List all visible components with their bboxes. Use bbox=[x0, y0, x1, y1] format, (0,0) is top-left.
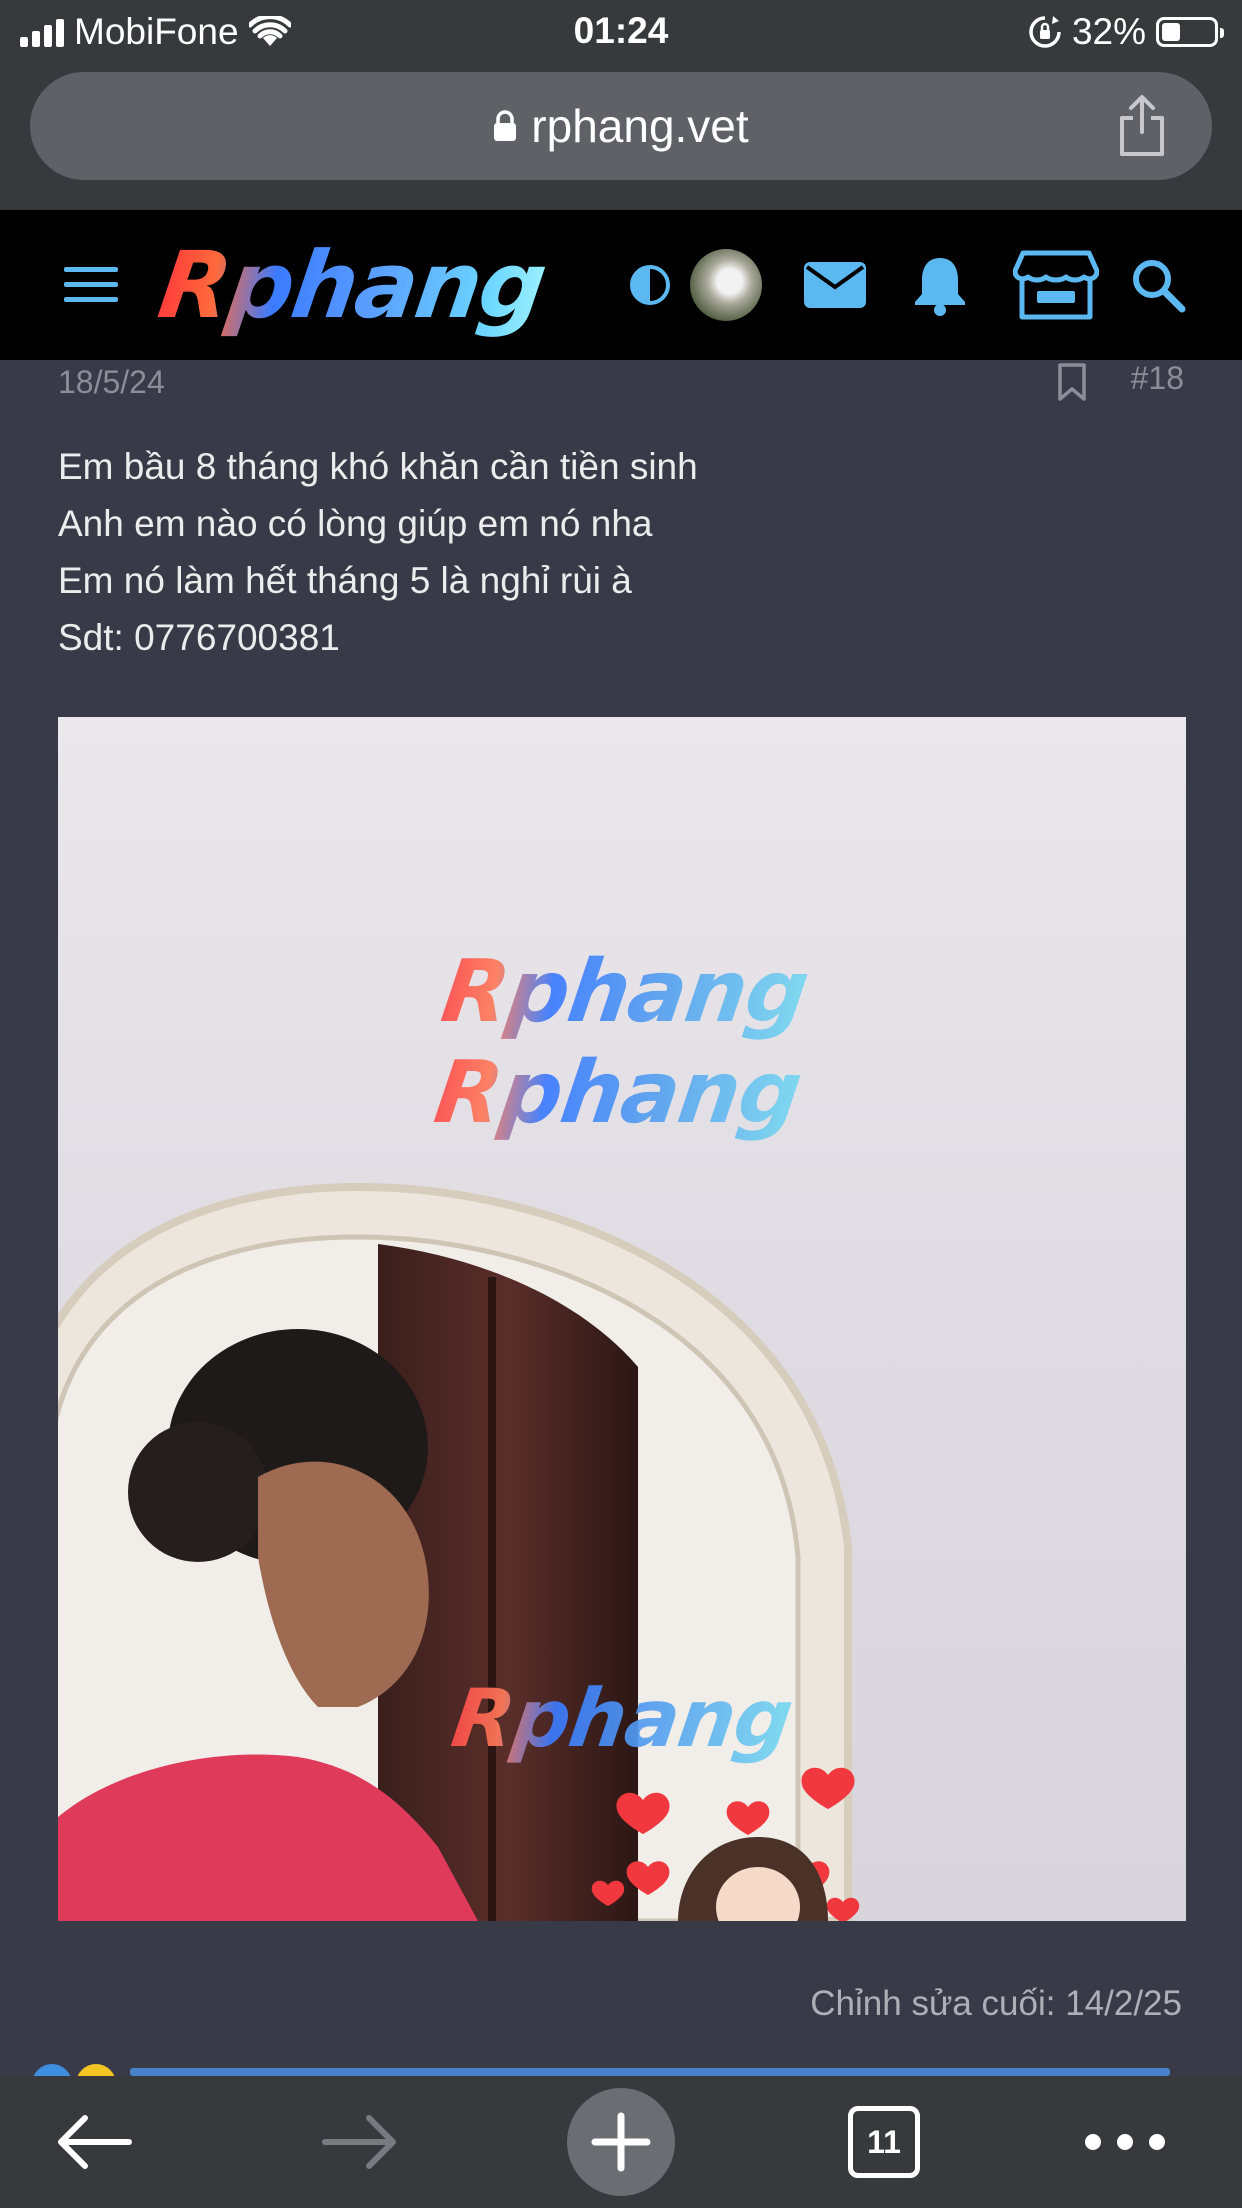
search-icon bbox=[1133, 260, 1186, 313]
share-icon[interactable] bbox=[1112, 94, 1172, 158]
post-number[interactable]: #18 bbox=[1131, 360, 1184, 397]
watermark: Rphang bbox=[446, 1672, 798, 1765]
battery-percent: 32% bbox=[1071, 11, 1146, 52]
site-logo[interactable]: Rphang bbox=[152, 210, 580, 360]
post-line: Em bầu 8 tháng khó khăn cần tiền sinh bbox=[58, 446, 698, 487]
browser-url-area: rphang.vet bbox=[0, 62, 1242, 210]
store-icon bbox=[1013, 250, 1099, 320]
more-button[interactable] bbox=[1080, 2076, 1170, 2208]
url-text: rphang.vet bbox=[531, 100, 749, 152]
messages-button[interactable] bbox=[800, 210, 870, 360]
avatar bbox=[690, 249, 762, 321]
watermark: Rphang bbox=[435, 942, 814, 1042]
tab-count: 11 bbox=[848, 2106, 920, 2178]
post-image[interactable]: Rphang Rphang Rphang bbox=[58, 717, 1186, 1921]
search-button[interactable] bbox=[1128, 210, 1188, 360]
menu-icon bbox=[64, 267, 118, 302]
url-display[interactable]: rphang.vet bbox=[493, 99, 749, 153]
theme-toggle[interactable] bbox=[626, 210, 674, 360]
new-tab-button[interactable] bbox=[566, 2076, 676, 2208]
plus-icon bbox=[567, 2088, 675, 2196]
bell-icon bbox=[915, 258, 965, 316]
browser-toolbar: 11 bbox=[0, 2076, 1242, 2208]
watermark: Rphang bbox=[428, 1043, 807, 1143]
bookmark-icon[interactable] bbox=[1056, 362, 1088, 402]
post-line: Anh em nào có lòng giúp em nó nha bbox=[58, 503, 653, 544]
orientation-lock-icon bbox=[1029, 16, 1061, 48]
last-edited-note: Chỉnh sửa cuối: 14/2/25 bbox=[810, 1984, 1182, 2023]
post-line: Sdt: 0776700381 bbox=[58, 617, 340, 658]
post-line: Em nó làm hết tháng 5 là nghỉ rùi à bbox=[58, 560, 632, 601]
lock-icon bbox=[494, 110, 517, 141]
tabs-button[interactable]: 11 bbox=[846, 2076, 922, 2208]
back-arrow-icon bbox=[58, 2115, 132, 2169]
user-avatar-button[interactable] bbox=[690, 210, 762, 360]
forward-button[interactable] bbox=[314, 2076, 404, 2208]
status-right: 32% bbox=[1028, 10, 1224, 54]
marketplace-button[interactable] bbox=[1012, 210, 1100, 360]
alerts-button[interactable] bbox=[908, 210, 972, 360]
more-dots-icon bbox=[1085, 2134, 1165, 2150]
reaction-summary[interactable] bbox=[30, 2062, 1212, 2076]
menu-button[interactable] bbox=[56, 210, 126, 360]
contrast-toggle-icon bbox=[630, 265, 670, 305]
forward-arrow-icon bbox=[322, 2115, 396, 2169]
mail-icon bbox=[804, 262, 866, 308]
site-header: Rphang bbox=[0, 210, 1242, 360]
logo-text: Rphang bbox=[152, 231, 552, 339]
address-bar[interactable]: rphang.vet bbox=[30, 72, 1212, 180]
post-date[interactable]: 18/5/24 bbox=[58, 364, 165, 401]
status-bar: MobiFone 01:24 32% bbox=[0, 0, 1242, 62]
post-body: Em bầu 8 tháng khó khăn cần tiền sinh An… bbox=[58, 438, 698, 666]
back-button[interactable] bbox=[50, 2076, 140, 2208]
battery-icon bbox=[1156, 17, 1224, 47]
